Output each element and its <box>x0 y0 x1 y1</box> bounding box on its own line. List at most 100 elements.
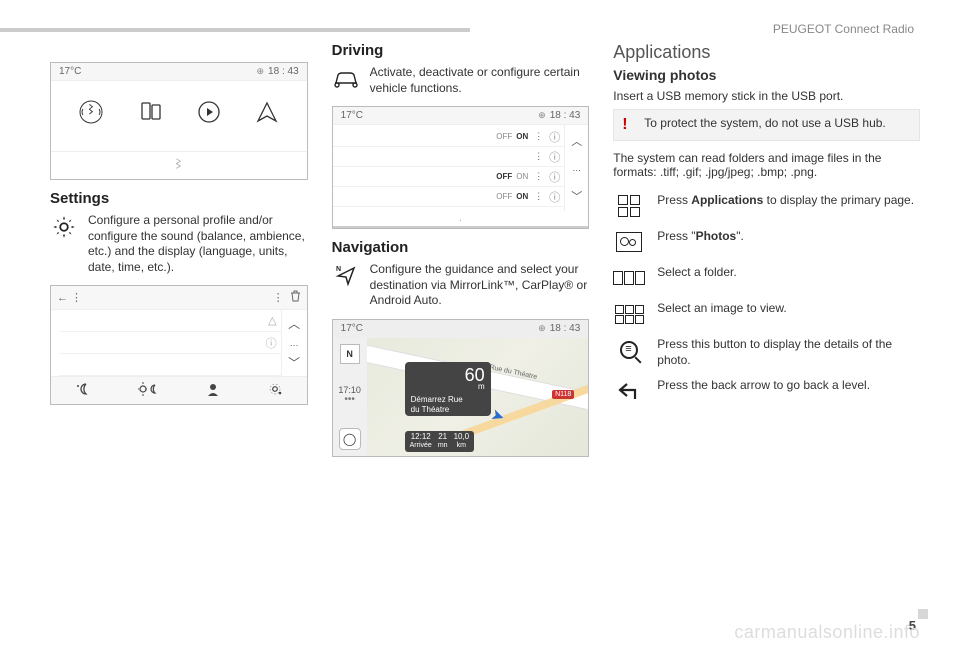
play-circle-icon[interactable] <box>197 100 221 130</box>
gear-small-icon[interactable] <box>267 382 283 399</box>
content-columns: 17°C ⊕ 18 : 43 <box>50 42 920 457</box>
info-outline-icon: ⓘ <box>266 335 277 351</box>
navigation-triangle-icon[interactable] <box>255 100 279 130</box>
status-temp: 17°C <box>341 323 363 334</box>
driving-heading: Driving <box>332 42 590 59</box>
drive-statusbar: 17°C ⊕ 18 : 43 <box>333 107 589 125</box>
phone-mirror-icon[interactable] <box>139 100 163 130</box>
step-applications: Press Applications to display the primar… <box>613 193 920 219</box>
bluetooth-small-icon <box>174 159 184 173</box>
row-menu-icon[interactable]: ⋮ <box>534 191 543 202</box>
settings-description: Configure a personal profile and/or conf… <box>88 213 308 275</box>
column-2: Driving Activate, deactivate or configur… <box>332 42 590 457</box>
gear-icon <box>50 213 78 241</box>
applications-heading: Applications <box>613 42 920 63</box>
row-menu-icon[interactable]: ⋮ <box>534 171 543 182</box>
apps-grid-icon <box>613 193 645 219</box>
viewing-photos-heading: Viewing photos <box>613 67 920 83</box>
manual-page: PEUGEOT Connect Radio 17°C ⊕ 18 : 43 <box>0 0 960 649</box>
gps-icon: ⊕ <box>538 110 546 121</box>
toggle-row[interactable]: OFFON ⋮ ⓘ <box>333 127 565 147</box>
home-body <box>51 81 307 179</box>
photos-icon <box>613 229 645 255</box>
trash-icon[interactable] <box>290 290 301 305</box>
nav-dest-line1: Démarrez Rue <box>411 395 463 404</box>
settings-description-row: Configure a personal profile and/or conf… <box>50 213 308 275</box>
navigation-heading: Navigation <box>332 239 590 256</box>
folder-strip-icon <box>613 265 645 291</box>
bluetooth-ring-icon[interactable] <box>78 99 104 131</box>
home-screen: 17°C ⊕ 18 : 43 <box>50 62 308 180</box>
status-temp: 17°C <box>59 66 81 77</box>
driving-screen: 17°C ⊕ 18 : 43 OFFON ⋮ ⓘ ⋮ <box>332 106 590 229</box>
list-item[interactable]: ⓘ <box>59 332 281 354</box>
svg-text:N: N <box>336 266 341 273</box>
nav-guidance-panel: 60 m Démarrez Rue du Théatre <box>405 362 491 416</box>
profile-icon[interactable] <box>206 382 220 399</box>
driving-description: Activate, deactivate or configure certai… <box>370 65 590 96</box>
formats-text: The system can read folders and image fi… <box>613 151 920 179</box>
nav-statusbar: 17°C ⊕ 18 : 43 <box>333 320 589 338</box>
warning-icon: ! <box>622 116 636 134</box>
top-edge-rule <box>0 28 470 32</box>
intro-text: Insert a USB memory stick in the USB por… <box>613 89 920 103</box>
nav-eta-panel: 12:12Arrivée 21mn 10,0km <box>405 431 475 451</box>
ellipsis-icon: … <box>290 338 299 348</box>
step-select-folder: Select a folder. <box>613 265 920 291</box>
nav-side-time: 17:10••• <box>338 386 361 405</box>
driving-description-row: Activate, deactivate or configure certai… <box>332 65 590 96</box>
settings-screen: ← ⋮ ⋮ △ ⓘ ︿ … <box>50 285 308 405</box>
list-item[interactable]: △ <box>59 310 281 332</box>
status-temp: 17°C <box>341 110 363 121</box>
home-footer <box>51 151 307 179</box>
info-icon[interactable]: ⓘ <box>549 129 560 145</box>
list-item[interactable] <box>59 354 281 376</box>
nav-dest-line2: du Théatre <box>411 405 450 414</box>
map-area[interactable]: Rue du Théatre N118 ➤ 60 m Démarrez Rue … <box>367 338 589 456</box>
status-time: 18 : 43 <box>550 323 581 334</box>
triangle-outline-icon: △ <box>268 314 276 327</box>
status-time: 18 : 43 <box>268 66 299 77</box>
step-back: Press the back arrow to go back a level. <box>613 378 920 404</box>
nav-sidebar: N 17:10••• ◯ <box>333 338 367 456</box>
map-road-badge: N118 <box>552 390 574 399</box>
side-tab-marker <box>918 609 928 619</box>
navigation-arrow-icon: N <box>332 262 360 290</box>
row-menu-icon[interactable]: ⋮ <box>534 131 543 142</box>
column-3: Applications Viewing photos Insert a USB… <box>613 42 920 457</box>
ellipsis-icon: … <box>572 163 581 173</box>
step-photos: Press "Photos". <box>613 229 920 255</box>
info-icon[interactable]: ⓘ <box>549 149 560 165</box>
row-menu-icon[interactable]: ⋮ <box>534 151 543 162</box>
alert-box: ! To protect the system, do not use a US… <box>613 109 920 141</box>
chevron-down-icon[interactable]: ﹀ <box>571 188 582 204</box>
chevron-down-icon[interactable]: ﹀ <box>288 354 300 371</box>
menu-dots-icon[interactable]: ⋮ <box>273 291 284 304</box>
alert-text: To protect the system, do not use a USB … <box>644 116 885 130</box>
watermark-text: carmanualsonline.info <box>734 622 920 643</box>
toggle-row[interactable]: OFFON ⋮ ⓘ <box>333 167 565 187</box>
back-arrow-icon <box>613 378 645 404</box>
info-icon[interactable]: ⓘ <box>549 189 560 205</box>
chevron-up-icon[interactable]: ︿ <box>288 315 300 332</box>
compass-north-icon[interactable]: N <box>340 344 360 364</box>
chevron-up-icon[interactable]: ︿ <box>571 133 582 149</box>
nav-stop-button[interactable]: ◯ <box>339 428 361 450</box>
settings-heading: Settings <box>50 190 308 207</box>
step-select-image: Select an image to view. <box>613 301 920 327</box>
magnify-details-icon <box>613 337 645 363</box>
header-brand: PEUGEOT Connect Radio <box>773 22 914 36</box>
image-grid-icon <box>613 301 645 327</box>
car-icon <box>332 65 360 93</box>
info-icon[interactable]: ⓘ <box>549 169 560 185</box>
auto-mode-icon[interactable] <box>138 382 158 399</box>
drive-footer: . <box>333 211 589 228</box>
toggle-row[interactable]: OFFON ⋮ ⓘ <box>333 187 565 207</box>
toggle-row[interactable]: ⋮ ⓘ <box>333 147 565 167</box>
navigation-screen: 17°C ⊕ 18 : 43 N 17:10••• ◯ Rue du Théat… <box>332 319 590 457</box>
column-1: 17°C ⊕ 18 : 43 <box>50 42 308 457</box>
gps-icon: ⊕ <box>257 66 265 77</box>
night-mode-icon[interactable] <box>75 382 91 399</box>
back-icon[interactable]: ← ⋮ <box>57 291 82 304</box>
navigation-description-row: N Configure the guidance and select your… <box>332 262 590 309</box>
